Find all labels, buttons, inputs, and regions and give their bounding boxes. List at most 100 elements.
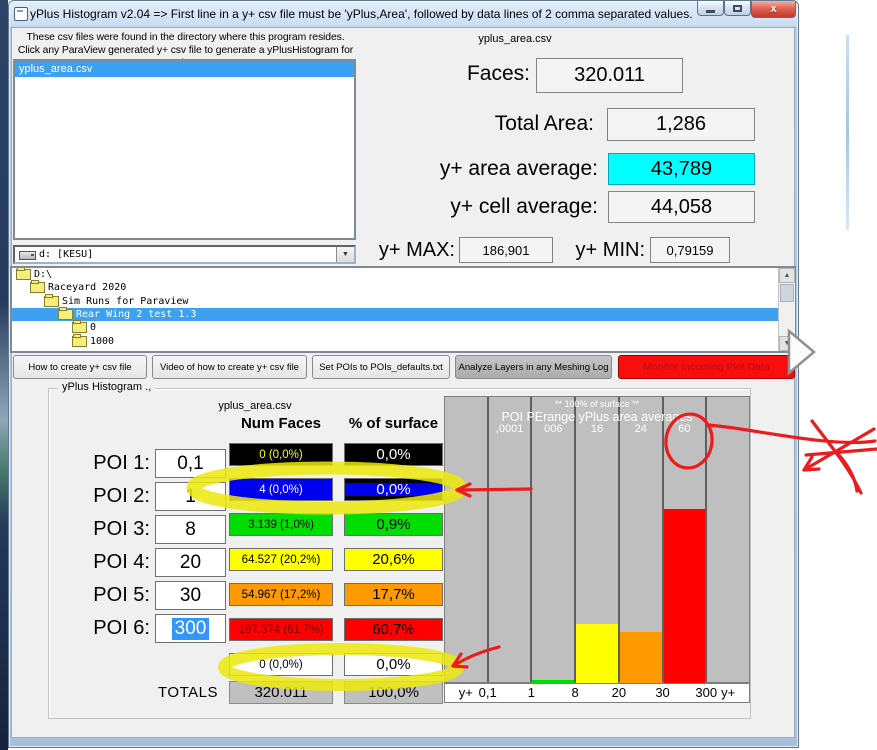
ymin-label: y+ MIN: [575, 239, 645, 261]
maximize-icon [733, 4, 742, 12]
screen-artifact-strip [846, 35, 849, 230]
toolbar-button-3[interactable]: Set POIs to POIs_defaults.txt [312, 355, 450, 379]
tree-item[interactable]: Rear Wing 2 test 1.3 [12, 307, 794, 322]
pct-surface-cell-3: 0,9% [344, 513, 443, 536]
chart-bar [619, 632, 662, 683]
close-icon: x [770, 2, 777, 15]
poi-input-1[interactable]: 0,1 [155, 449, 226, 478]
pct-surface-cell-7: 0,0% [344, 653, 443, 676]
total-area-label: Total Area: [494, 112, 594, 135]
tree-item[interactable]: 1000 [12, 333, 794, 347]
tree-item-label: 0 [90, 322, 97, 334]
chart-axis-label: 8 [571, 685, 579, 700]
maximize-button[interactable] [724, 1, 751, 16]
file-list-item[interactable]: yplus_area.csv [15, 61, 354, 77]
folder-icon [44, 293, 59, 307]
toolbar-button-1[interactable]: How to create y+ csv file [13, 355, 147, 379]
close-button[interactable]: x [751, 1, 796, 18]
chart-bar [663, 508, 706, 683]
tree-item-label: D:\ [34, 269, 53, 281]
poi-label-6: POI 6: [93, 617, 150, 639]
drive-combo-dropdown-button[interactable]: ▼ [336, 247, 354, 262]
area-average-value: 43,789 [608, 153, 755, 185]
chart-range-average: ,0001 [495, 423, 524, 435]
drive-icon [19, 251, 36, 260]
drive-combo[interactable]: d: [KESU] ▼ [13, 245, 356, 264]
num-faces-cell-2: 4 (0,0%) [229, 478, 333, 501]
arrow-down-icon: ▼ [783, 340, 791, 347]
total-area-value: 1,286 [607, 108, 755, 141]
minimize-icon [706, 9, 715, 13]
area-average-label: y+ area average: [439, 157, 598, 180]
poi-label-2: POI 2: [93, 485, 150, 507]
tree-item-label: 1000 [90, 335, 115, 347]
window-title: yPlus Histogram v2.04 => First line in a… [30, 7, 693, 21]
minimize-button[interactable] [697, 1, 724, 16]
poi-label-5: POI 5: [93, 584, 150, 606]
tree-item-label: Sim Runs for Paraview [62, 295, 189, 307]
toolbar-button-2[interactable]: Video of how to create y+ csv file [152, 355, 307, 379]
cell-average-value: 44,058 [608, 191, 755, 223]
pct-surface-cell-6: 60,7% [344, 618, 443, 641]
num-faces-cell-3: 3.139 (1,0%) [229, 513, 333, 536]
poi-value-5: 30 [179, 584, 202, 606]
ymin-value: 0,79159 [650, 237, 730, 263]
ymax-value: 186,901 [459, 237, 553, 263]
column-header-pct-surface: % of surface [348, 415, 439, 432]
tree-item-label: Raceyard 2020 [48, 282, 127, 294]
tree-item[interactable]: Sim Runs for Paraview [12, 293, 794, 308]
folder-icon [30, 280, 45, 294]
poi-value-6: 300 [171, 617, 210, 640]
pct-surface-cell-4: 20,6% [344, 548, 443, 571]
tree-item[interactable]: Raceyard 2020 [12, 280, 794, 294]
chart-range-average: 60 [678, 423, 691, 435]
num-faces-cell-1: 0 (0,0%) [229, 443, 333, 466]
num-faces-cell-6: 197.374 (61,7%) [229, 618, 333, 641]
totals-pct-surface: 100,0% [344, 681, 443, 704]
num-faces-cell-5: 54.967 (17,2%) [229, 583, 333, 606]
chevron-down-icon: ▼ [342, 251, 349, 258]
histogram-csv-name: yplus_area.csv [218, 400, 292, 412]
tree-item[interactable]: 0 [12, 320, 794, 334]
poi-input-4[interactable]: 20 [155, 548, 226, 577]
poi-value-4: 20 [179, 551, 202, 573]
chart-divider [530, 397, 533, 682]
scroll-up-button[interactable]: ▲ [779, 268, 795, 283]
chart-axis-label: 30 [655, 685, 670, 700]
poi-input-2[interactable]: 1 [155, 482, 226, 511]
poi-input-3[interactable]: 8 [155, 515, 226, 544]
poi-value-1: 0,1 [177, 452, 204, 474]
totals-label: TOTALS [158, 684, 218, 701]
chart-divider [705, 397, 708, 682]
folder-icon [72, 333, 87, 347]
scrollbar-thumb[interactable] [780, 284, 794, 302]
totals-num-faces: 320.011 [229, 681, 333, 704]
chart-range-average: 16 [590, 423, 604, 435]
poi-input-5[interactable]: 30 [155, 581, 226, 610]
scroll-down-button[interactable]: ▼ [779, 336, 795, 351]
folder-icon [58, 307, 73, 321]
desktop-background-strip [0, 0, 8, 750]
tree-item[interactable]: D:\ [12, 268, 794, 281]
cell-average-label: y+ cell average: [450, 195, 598, 218]
chart-axis-label: y+ [721, 685, 736, 700]
poi-input-6[interactable]: 300 [155, 614, 226, 643]
screen: yPlus Histogram v2.04 => First line in a… [0, 0, 877, 750]
toolbar-button-5[interactable]: Monitor Incoming Plot Data [618, 355, 795, 379]
directory-tree[interactable]: D:\ Raceyard 2020 Sim Runs for Paraview Rea… [10, 266, 796, 353]
poi-label-3: POI 3: [93, 518, 150, 540]
csv-file-list[interactable]: yplus_area.csv [13, 59, 356, 240]
faces-value: 320.011 [536, 58, 683, 93]
chart-bar [576, 623, 618, 683]
tree-scrollbar[interactable]: ▲ ▼ [778, 268, 795, 351]
num-faces-cell-4: 64.527 (20,2%) [229, 548, 333, 571]
faces-label: Faces: [466, 62, 530, 85]
pct-surface-cell-2: 0,0% [344, 478, 443, 501]
poi-value-3: 8 [185, 518, 196, 540]
chart-divider [486, 397, 489, 682]
toolbar-button-4[interactable]: Analyze Layers in any Meshing Log [455, 355, 612, 379]
chart-range-average: 24 [634, 423, 647, 435]
chart-axis-label: 20 [611, 685, 627, 700]
drive-combo-value: d: [KESU] [39, 249, 94, 260]
app-icon[interactable] [14, 7, 28, 21]
